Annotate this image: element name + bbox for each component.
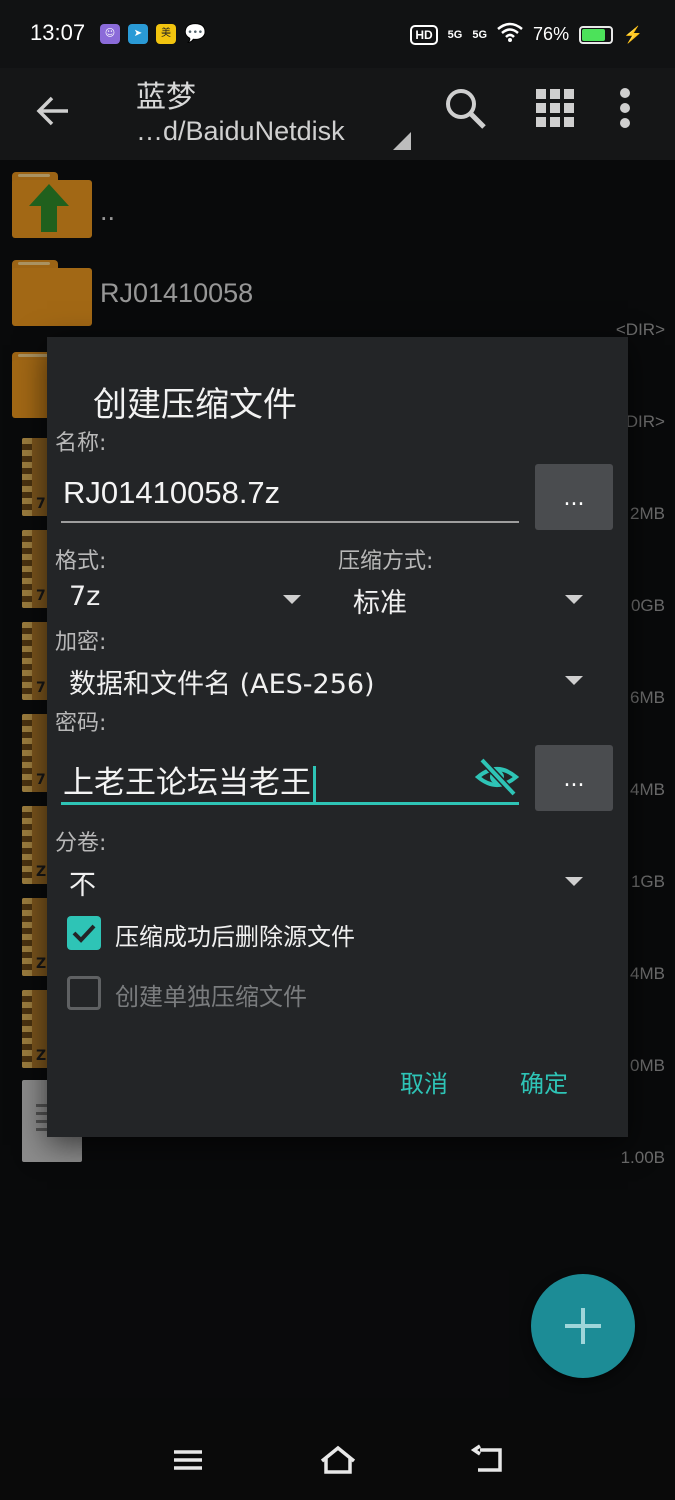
path-dropdown-icon[interactable] bbox=[393, 132, 411, 150]
password-input[interactable]: 上老王论坛当老王 bbox=[61, 747, 519, 805]
password-value: 上老王论坛当老王 bbox=[63, 765, 311, 801]
signal-icon-2: 5G bbox=[472, 28, 488, 41]
delete-source-label[interactable]: 压缩成功后删除源文件 bbox=[115, 917, 355, 952]
name-label: 名称: bbox=[55, 431, 107, 456]
status-bar: 13:07 ☺ ➤ 美 💬 HD 5G 5G 76% ⚡ bbox=[0, 0, 675, 68]
ok-button[interactable]: 确定 bbox=[520, 1064, 568, 1099]
separate-archive-label[interactable]: 创建单独压缩文件 bbox=[115, 977, 307, 1012]
archive-name-value: RJ01410058.7z bbox=[63, 475, 281, 510]
split-value: 不 bbox=[69, 870, 96, 901]
toolbar-path[interactable]: …d/BaiduNetdisk bbox=[136, 116, 345, 147]
password-label: 密码: bbox=[55, 711, 107, 736]
app-notification-icon: ☺ bbox=[100, 24, 120, 44]
chevron-down-icon bbox=[283, 595, 301, 604]
app-toolbar: 蓝梦 …d/BaiduNetdisk bbox=[0, 68, 675, 160]
add-fab-button[interactable] bbox=[531, 1274, 635, 1378]
delete-source-checkbox[interactable] bbox=[67, 916, 101, 950]
menu-icon[interactable] bbox=[168, 1442, 208, 1478]
chevron-down-icon bbox=[565, 595, 583, 604]
wifi-icon bbox=[497, 22, 523, 47]
method-select[interactable]: 标准 bbox=[353, 581, 593, 621]
archive-name-input[interactable]: RJ01410058.7z bbox=[61, 465, 519, 523]
status-time: 13:07 bbox=[30, 20, 86, 45]
signal-icon-1: 5G bbox=[447, 28, 463, 41]
split-select[interactable]: 不 bbox=[69, 863, 593, 903]
encryption-label: 加密: bbox=[55, 630, 107, 655]
split-label: 分卷: bbox=[55, 831, 107, 856]
status-right: HD 5G 5G 76% ⚡ bbox=[410, 22, 643, 47]
create-archive-dialog: 创建压缩文件 名称: RJ01410058.7z ... 格式: 7z 压缩方式… bbox=[47, 337, 628, 1137]
grid-view-icon[interactable] bbox=[531, 84, 579, 132]
back-arrow-icon[interactable] bbox=[30, 88, 76, 134]
more-options-icon[interactable] bbox=[610, 84, 640, 132]
format-select[interactable]: 7z bbox=[69, 581, 309, 621]
hd-badge: HD bbox=[410, 24, 438, 45]
cancel-button[interactable]: 取消 bbox=[400, 1064, 448, 1099]
search-icon[interactable] bbox=[441, 84, 489, 132]
text-cursor bbox=[313, 765, 316, 804]
telegram-icon: ➤ bbox=[128, 24, 148, 44]
toolbar-title: 蓝梦 bbox=[136, 80, 196, 115]
meituan-icon: 美 bbox=[156, 24, 176, 44]
format-value: 7z bbox=[69, 581, 101, 612]
charging-icon: ⚡ bbox=[623, 26, 643, 44]
encryption-select[interactable]: 数据和文件名 (AES-256) bbox=[69, 662, 593, 702]
visibility-off-icon[interactable] bbox=[475, 755, 519, 799]
battery-icon bbox=[579, 25, 614, 44]
system-nav-bar bbox=[0, 1420, 675, 1500]
chevron-down-icon bbox=[565, 676, 583, 685]
battery-percent: 76% bbox=[533, 24, 570, 44]
format-label: 格式: bbox=[55, 549, 107, 574]
message-icon: 💬 bbox=[184, 23, 207, 44]
method-value: 标准 bbox=[353, 588, 407, 619]
separate-archive-checkbox[interactable] bbox=[67, 976, 101, 1010]
dialog-title: 创建压缩文件 bbox=[93, 385, 297, 425]
browse-button[interactable]: ... bbox=[535, 464, 613, 530]
home-icon[interactable] bbox=[318, 1442, 358, 1478]
method-label: 压缩方式: bbox=[338, 549, 434, 574]
encryption-value: 数据和文件名 (AES-256) bbox=[69, 669, 375, 700]
back-icon[interactable] bbox=[468, 1442, 508, 1478]
password-options-button[interactable]: ... bbox=[535, 745, 613, 811]
chevron-down-icon bbox=[565, 877, 583, 886]
